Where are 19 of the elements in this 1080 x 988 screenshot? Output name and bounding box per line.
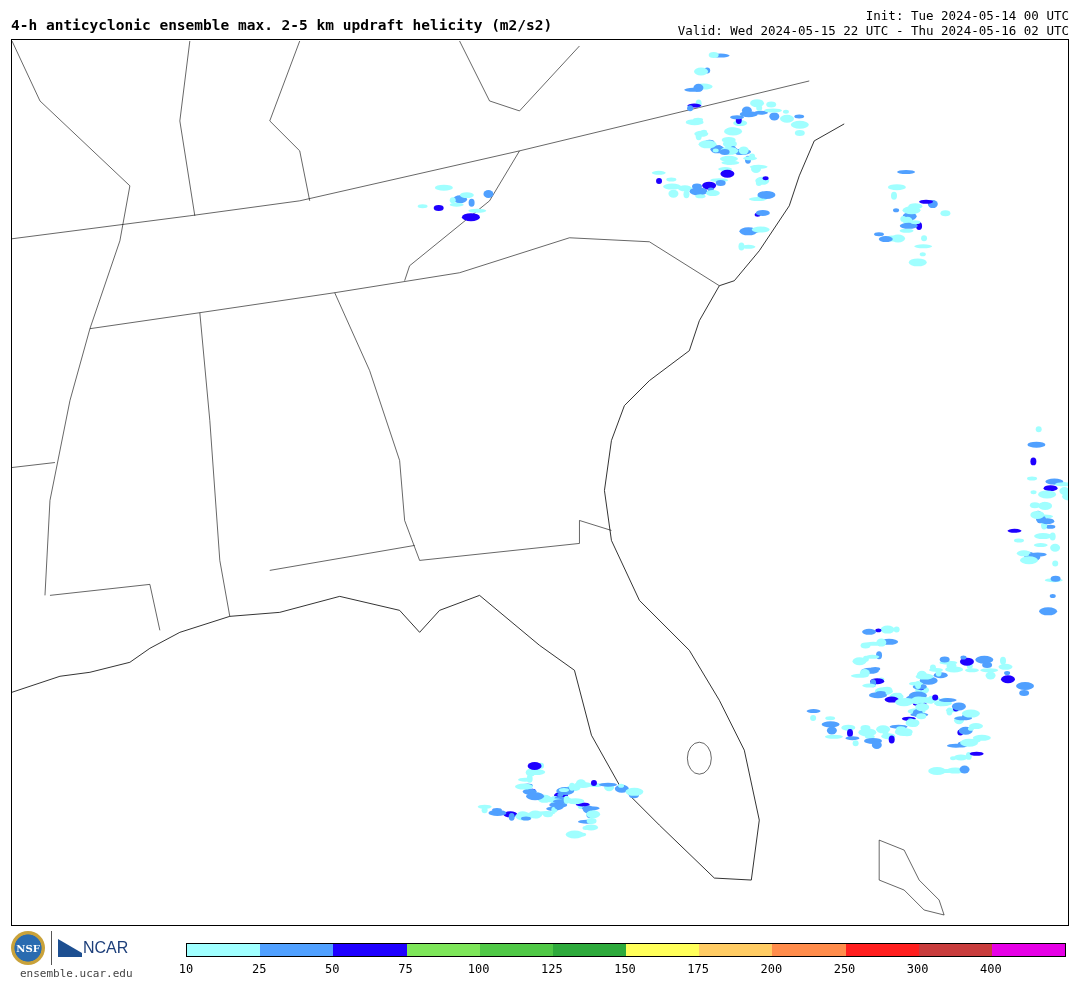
scale-label: 100 bbox=[467, 962, 490, 976]
valid-time: Valid: Wed 2024-05-15 22 UTC - Thu 2024-05-16 02 UTC bbox=[677, 23, 1069, 38]
ncar-logo-icon bbox=[58, 939, 82, 957]
scale-label: 150 bbox=[614, 962, 636, 976]
scale-label: 300 bbox=[906, 962, 929, 976]
chart-title: 4-h anticyclonic ensemble max. 2-5 km updraft helicity (m2/s2) bbox=[11, 17, 553, 35]
scale-label: 125 bbox=[541, 962, 563, 976]
site-url: ensemble.ucar.edu bbox=[19, 967, 133, 980]
nsf-logo: NSF bbox=[11, 931, 45, 965]
scale-label: 25 bbox=[251, 962, 267, 976]
scale-label: 50 bbox=[325, 962, 340, 976]
scale-label: 400 bbox=[980, 962, 1002, 976]
scale-label: 200 bbox=[760, 962, 783, 976]
scale-label: 10 bbox=[178, 962, 194, 976]
ncar-logo: NCAR bbox=[83, 939, 129, 957]
scale-label: 75 bbox=[398, 962, 413, 976]
scale-label: 175 bbox=[687, 962, 709, 976]
init-time: Init: Tue 2024-05-14 00 UTC bbox=[865, 8, 1069, 23]
scale-label: 250 bbox=[833, 962, 856, 976]
